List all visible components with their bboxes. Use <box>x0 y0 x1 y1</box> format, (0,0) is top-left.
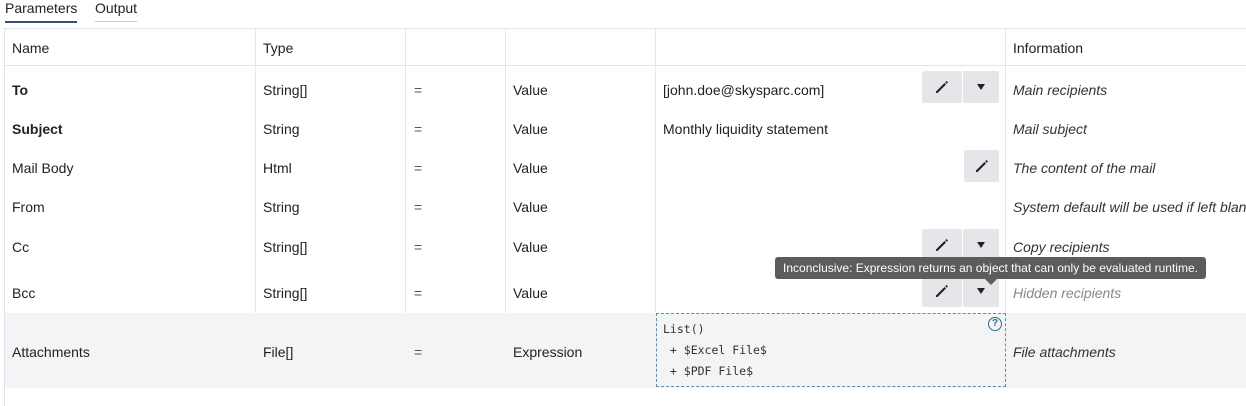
table-row[interactable]: To String[] = Value [john.doe@skysparc.c… <box>5 66 1246 105</box>
pencil-icon <box>936 239 948 251</box>
tab-bar: Parameters Output <box>0 0 1246 28</box>
param-mode[interactable]: Value <box>513 199 548 215</box>
dropdown-button[interactable] <box>963 71 999 103</box>
expression-line: List() <box>663 322 705 336</box>
caret-down-icon <box>977 242 985 248</box>
param-name: Attachments <box>12 344 90 360</box>
param-information: Mail subject <box>1013 121 1087 137</box>
edit-button[interactable] <box>922 71 962 103</box>
header-type[interactable]: Type <box>263 40 293 56</box>
tooltip: Inconclusive: Expression returns an obje… <box>775 257 1206 279</box>
param-name: To <box>12 82 29 98</box>
table-row[interactable]: Mail Body Html = Value The content of th… <box>5 144 1246 183</box>
param-name: Mail Body <box>12 160 74 176</box>
table-row[interactable]: From String = Value System default will … <box>5 183 1246 222</box>
expression-editor[interactable]: List() + $Excel File$ + $PDF File$ ? <box>656 313 1006 387</box>
param-mode[interactable]: Value <box>513 239 548 255</box>
pencil-icon <box>936 81 948 93</box>
param-operator: = <box>414 285 423 301</box>
param-information: System default will be used if left blan… <box>1013 199 1246 215</box>
param-mode[interactable]: Value <box>513 82 548 98</box>
param-mode[interactable]: Value <box>513 285 548 301</box>
param-mode[interactable]: Value <box>513 160 548 176</box>
pencil-icon <box>976 160 988 172</box>
param-information: File attachments <box>1013 344 1116 360</box>
param-value[interactable]: Monthly liquidity statement <box>663 121 828 137</box>
param-operator: = <box>414 121 423 137</box>
param-operator: = <box>414 199 423 215</box>
param-information: The content of the mail <box>1013 160 1156 176</box>
header-information[interactable]: Information <box>1013 40 1083 56</box>
param-name: Bcc <box>12 285 36 301</box>
param-information: Hidden recipients <box>1013 285 1122 301</box>
param-type: String <box>263 121 300 137</box>
table-header: Name Type Information <box>5 29 1246 66</box>
param-type: String[] <box>263 239 308 255</box>
param-name: From <box>12 199 45 215</box>
caret-down-icon <box>977 288 985 294</box>
param-name: Subject <box>12 121 63 137</box>
param-mode[interactable]: Value <box>513 121 548 137</box>
param-name: Cc <box>12 239 30 255</box>
tooltip-arrow <box>985 279 997 285</box>
param-information: Main recipients <box>1013 82 1108 98</box>
param-mode[interactable]: Expression <box>513 344 582 360</box>
param-operator: = <box>414 82 423 98</box>
param-operator: = <box>414 239 423 255</box>
tab-parameters[interactable]: Parameters <box>5 0 78 23</box>
param-type: String[] <box>263 82 308 98</box>
param-information: Copy recipients <box>1013 239 1110 255</box>
param-type: String <box>263 199 300 215</box>
param-operator: = <box>414 160 423 176</box>
param-type: Html <box>263 160 292 176</box>
question-circle-icon[interactable]: ? <box>988 317 1002 331</box>
param-operator: = <box>414 344 423 360</box>
header-name[interactable]: Name <box>12 40 49 56</box>
tab-output[interactable]: Output <box>95 0 138 22</box>
table-row[interactable]: Attachments File[] = Expression File att… <box>5 313 1246 388</box>
param-type: String[] <box>263 285 308 301</box>
caret-down-icon <box>977 84 985 90</box>
expression-line: + $PDF File$ <box>663 364 754 378</box>
pencil-icon <box>936 285 948 297</box>
parameters-table: Name Type Information To String[] = Valu… <box>4 28 1246 406</box>
param-type: File[] <box>263 344 294 360</box>
table-row[interactable]: Subject String = Value Monthly liquidity… <box>5 105 1246 144</box>
edit-button[interactable] <box>964 150 999 182</box>
expression-line: + $Excel File$ <box>663 343 767 357</box>
param-value[interactable]: [john.doe@skysparc.com] <box>663 82 824 98</box>
edit-button[interactable] <box>922 275 962 307</box>
